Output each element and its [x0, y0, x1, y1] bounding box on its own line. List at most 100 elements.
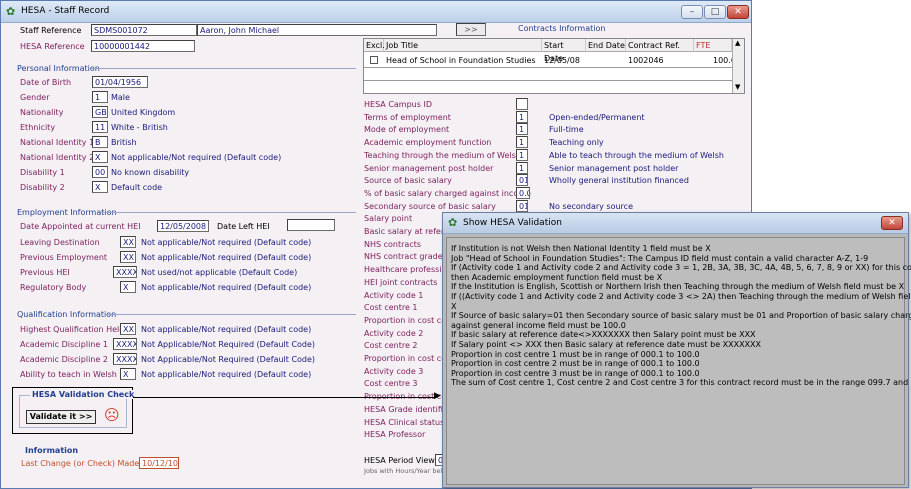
- ethnicity-label: Ethnicity: [20, 123, 56, 132]
- academic-discipline-1-field[interactable]: XXXX: [113, 338, 137, 350]
- contract-field-label: HESA Professor: [364, 430, 426, 439]
- gender-field[interactable]: 1: [92, 91, 108, 103]
- contract-field-label: NHS contracts: [364, 240, 422, 249]
- date-left-field[interactable]: [287, 219, 335, 231]
- contract-field-desc: Teaching only: [549, 138, 604, 147]
- previous-hei-label: Previous HEI: [20, 268, 70, 277]
- contract-field-code[interactable]: 1: [516, 136, 528, 148]
- scroll-up-icon[interactable]: ▲: [735, 39, 740, 47]
- app-icon: ✿: [6, 5, 16, 18]
- grid-scrollbar[interactable]: ▲ ▼: [732, 39, 744, 93]
- national-identity-1-field[interactable]: B: [92, 136, 108, 148]
- contract-field-code[interactable]: 01: [516, 200, 528, 212]
- contract-field-desc: Open-ended/Permanent: [549, 113, 645, 122]
- contract-field-code[interactable]: 01: [516, 174, 528, 186]
- dialog-title-bar: ✿ Show HESA Validation ✕: [443, 213, 908, 234]
- close-button[interactable]: ✕: [727, 5, 749, 19]
- contract-field-label: Activity code 2: [364, 329, 424, 338]
- regulatory-body-field[interactable]: X: [120, 281, 136, 293]
- leaving-destination-label: Leaving Destination: [20, 238, 100, 247]
- contract-field-label: Salary point: [364, 214, 413, 223]
- contract-field-label: HESA Grade identifier: [364, 405, 452, 414]
- callout-connector: [133, 397, 437, 398]
- scroll-down-icon[interactable]: ▼: [735, 83, 740, 91]
- disability-2-field[interactable]: X: [92, 181, 108, 193]
- last-change-field[interactable]: 10/12/10: [139, 457, 179, 469]
- grid-row-divider: [364, 80, 732, 81]
- validate-button[interactable]: Validate it >>: [26, 410, 96, 424]
- contract-field-code[interactable]: 1: [516, 123, 528, 135]
- contract-field-label: Terms of employment: [364, 113, 451, 122]
- dob-label: Date of Birth: [20, 78, 72, 87]
- national-identity-2-label: National Identity 2: [20, 153, 95, 162]
- personal-section-title: Personal Information: [17, 64, 100, 73]
- nationality-label: Nationality: [20, 108, 64, 117]
- period-note: Jobs with Hours/Year belo: [364, 467, 447, 475]
- staff-ref-label: Staff Reference: [20, 26, 82, 35]
- disability-2-desc: Default code: [111, 183, 163, 192]
- contract-field-code[interactable]: 1: [516, 149, 528, 161]
- contract-field-code[interactable]: 1: [516, 111, 528, 123]
- previous-employment-label: Previous Employment: [20, 253, 108, 262]
- col-start-date: Start Date: [542, 39, 586, 63]
- previous-hei-field[interactable]: XXXX: [113, 266, 137, 278]
- arrow-right-icon: ▶: [434, 391, 441, 401]
- contracts-grid: Excl. Job Title Start Date End Date Cont…: [363, 38, 745, 94]
- disability-1-field[interactable]: 00: [92, 166, 108, 178]
- appointed-field[interactable]: 12/05/2008: [157, 220, 209, 232]
- dialog-close-button[interactable]: ✕: [881, 216, 903, 230]
- highest-qualification-field[interactable]: XX: [120, 323, 136, 335]
- validation-title: HESA Validation Check: [30, 390, 137, 399]
- nationality-field[interactable]: GB: [92, 106, 108, 118]
- window-title: HESA - Staff Record: [21, 6, 110, 16]
- ethnicity-field[interactable]: 11: [92, 121, 108, 133]
- personal-divider: [91, 68, 356, 69]
- national-identity-2-field[interactable]: X: [92, 151, 108, 163]
- appointed-label: Date Appointed at current HEI: [20, 222, 141, 231]
- last-change-label: Last Change (or Check) Made on: [21, 459, 152, 468]
- academic-discipline-2-desc: Not Applicable/Not Required (Default Cod…: [141, 355, 316, 364]
- academic-discipline-2-field[interactable]: XXXX: [113, 353, 137, 365]
- contract-start-date: 12/05/08: [544, 56, 580, 65]
- validation-messages: If Institution is not Welsh then Nationa…: [446, 237, 911, 485]
- leaving-destination-field[interactable]: XX: [120, 236, 136, 248]
- contract-field-label: HESA Clinical status: [364, 418, 445, 427]
- ethnicity-desc: White - British: [111, 123, 168, 132]
- staff-ref-field[interactable]: SDMS001072: [91, 24, 197, 36]
- disability-1-desc: No known disability: [111, 168, 190, 177]
- previous-employment-field[interactable]: XX: [120, 251, 136, 263]
- dialog-title: Show HESA Validation: [463, 218, 562, 228]
- contract-field-label: Secondary source of basic salary: [364, 202, 496, 211]
- validation-message: If (Activity code 1 and Activity code 2 …: [451, 263, 911, 273]
- contract-field-label: % of basic salary charged against income: [364, 189, 531, 198]
- hesa-ref-field[interactable]: 10000001442: [91, 40, 195, 52]
- contract-field-code[interactable]: [516, 98, 528, 110]
- col-fte: FTE: [694, 39, 732, 52]
- exclude-checkbox[interactable]: [370, 56, 378, 64]
- contract-job-title[interactable]: Head of School in Foundation Studies: [386, 56, 536, 65]
- contract-ref: 1002046: [628, 56, 664, 65]
- teach-welsh-label: Ability to teach in Welsh: [20, 370, 117, 379]
- minimize-button[interactable]: –: [681, 5, 703, 19]
- validation-message: Proportion in cost centre 3 must be in r…: [451, 368, 700, 378]
- staff-name-field[interactable]: Aaron, John Michael: [197, 24, 437, 36]
- dob-field[interactable]: 01/04/1956: [92, 76, 148, 88]
- contract-field-code[interactable]: 0.0: [516, 187, 530, 199]
- validation-message: If ((Activity code 1 and Activity code 2…: [451, 292, 911, 301]
- validation-group: HESA Validation Check Validate it >> ☹: [19, 390, 137, 428]
- academic-discipline-1-label: Academic Discipline 1: [20, 340, 108, 349]
- col-excl: Excl.: [364, 39, 385, 52]
- gender-label: Gender: [20, 93, 50, 102]
- teach-welsh-field[interactable]: X: [120, 368, 136, 380]
- contract-field-code[interactable]: 1: [516, 162, 528, 174]
- hesa-ref-label: HESA Reference: [20, 42, 85, 51]
- contract-field-label: HEI joint contracts: [364, 278, 438, 287]
- next-record-button[interactable]: >>: [456, 23, 486, 36]
- maximize-button[interactable]: □: [704, 5, 726, 19]
- col-job-title: Job Title: [384, 39, 542, 52]
- contract-field-label: Activity code 3: [364, 367, 424, 376]
- validation-message: The sum of Cost centre 1, Cost centre 2 …: [451, 378, 911, 388]
- qualification-section-title: Qualification Information: [17, 310, 117, 319]
- contract-field-desc: Full-time: [549, 125, 584, 134]
- validation-message: Job "Head of School in Foundation Studie…: [451, 253, 869, 263]
